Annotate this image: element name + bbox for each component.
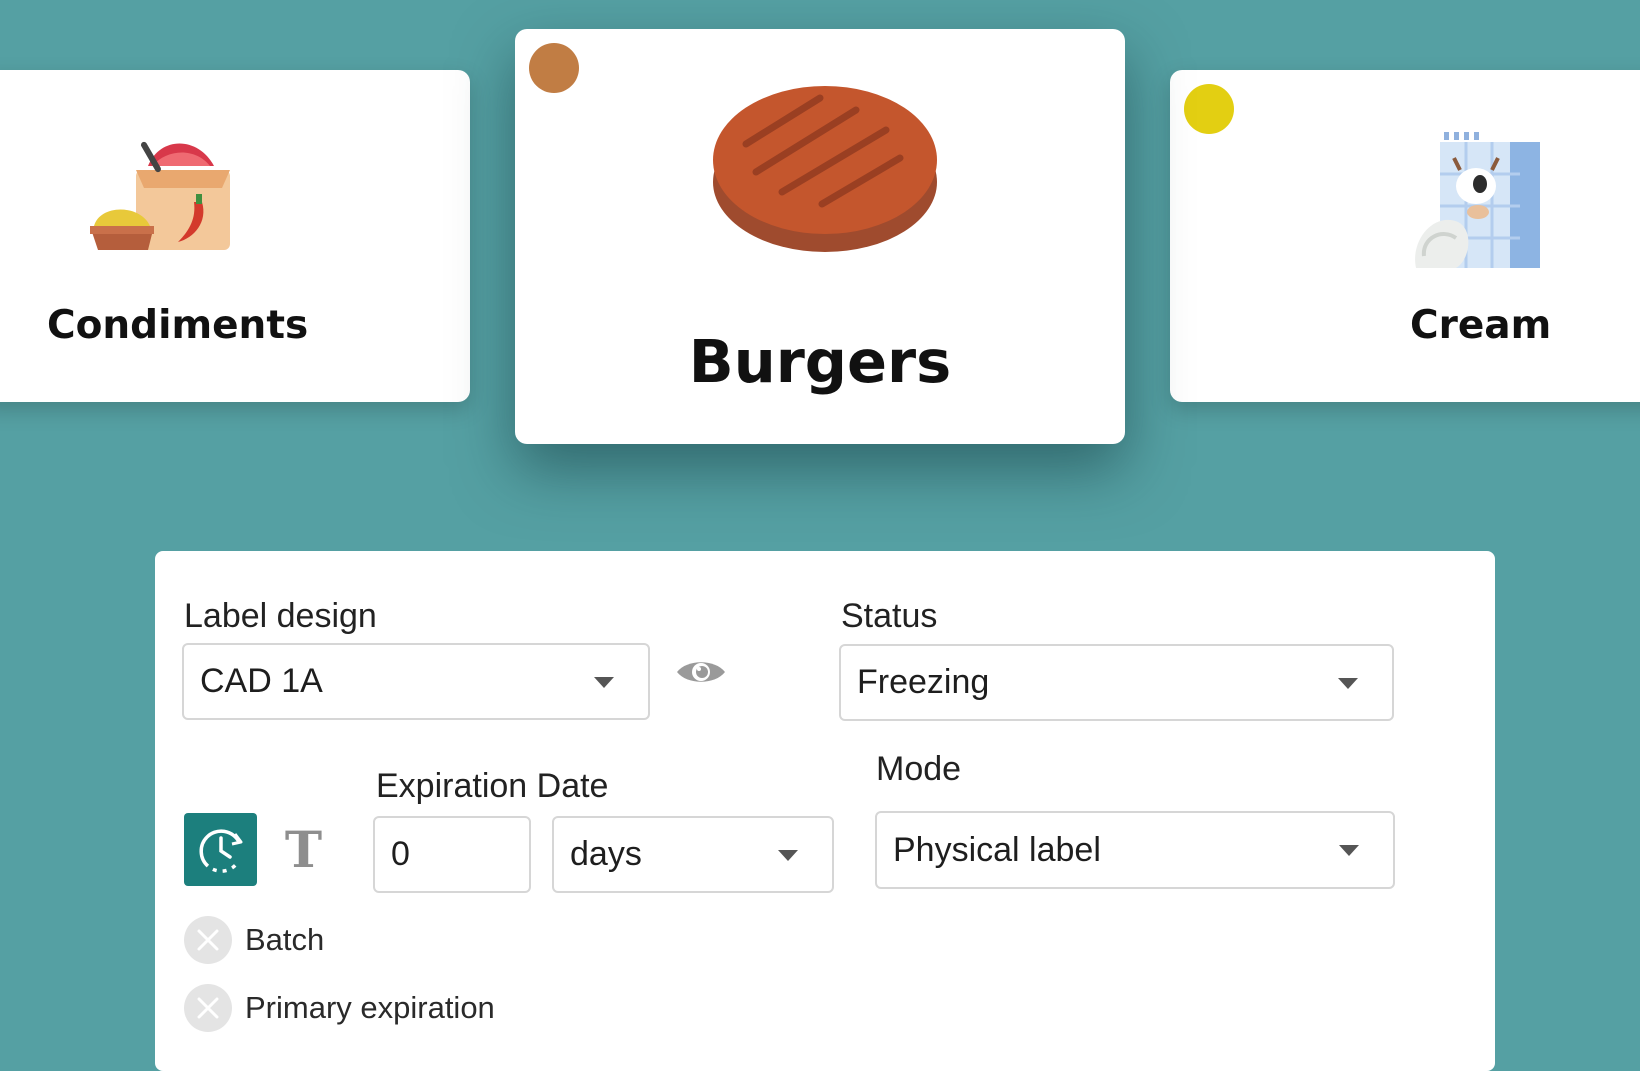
burger-patty-icon <box>713 86 937 252</box>
chevron-down-icon <box>778 849 798 861</box>
unchecked-x-icon[interactable] <box>184 916 232 964</box>
expiration-unit-select[interactable]: days <box>552 816 834 893</box>
text-mode-button[interactable]: T <box>267 813 340 886</box>
batch-label: Batch <box>245 922 325 957</box>
unchecked-x-icon[interactable] <box>184 984 232 1032</box>
card-title: Condiments <box>47 303 309 348</box>
card-title: Cream <box>1410 303 1552 348</box>
category-card-burgers[interactable]: Burgers <box>515 29 1125 444</box>
label-settings-panel: Label design CAD 1A Status Freezing Mode… <box>155 551 1495 1071</box>
color-tag-dot <box>529 43 579 93</box>
status-value: Freezing <box>857 663 990 701</box>
chevron-down-icon <box>594 676 614 688</box>
text-mode-glyph: T <box>284 820 323 879</box>
status-select[interactable]: Freezing <box>839 644 1394 721</box>
cream-carton-icon <box>1415 132 1540 268</box>
expiration-amount-value: 0 <box>391 835 410 873</box>
condiments-sack-icon <box>90 141 230 250</box>
color-tag-dot <box>1184 84 1234 134</box>
label-design-value: CAD 1A <box>200 662 323 700</box>
chevron-down-icon <box>1339 845 1359 856</box>
status-label: Status <box>841 597 938 635</box>
timer-mode-button[interactable] <box>184 813 257 886</box>
primary-expiration-label: Primary expiration <box>245 990 495 1025</box>
mode-select[interactable]: Physical label <box>875 811 1395 889</box>
expiration-unit-value: days <box>570 835 642 873</box>
expiration-amount-input[interactable]: 0 <box>373 816 531 893</box>
eye-preview-icon[interactable] <box>675 656 727 688</box>
label-design-select[interactable]: CAD 1A <box>182 643 650 720</box>
mode-label: Mode <box>876 750 962 788</box>
mode-value: Physical label <box>893 830 1101 869</box>
category-card-condiments[interactable]: Condiments <box>0 70 470 402</box>
card-title: Burgers <box>688 327 952 396</box>
clock-timer-icon <box>199 828 243 873</box>
expiration-date-label: Expiration Date <box>376 767 609 805</box>
category-card-cream[interactable]: Cream <box>1170 70 1640 402</box>
chevron-down-icon <box>1338 677 1358 689</box>
label-design-label: Label design <box>184 597 377 635</box>
primary-expiration-option[interactable]: Primary expiration <box>184 984 495 1032</box>
batch-option[interactable]: Batch <box>184 916 324 964</box>
